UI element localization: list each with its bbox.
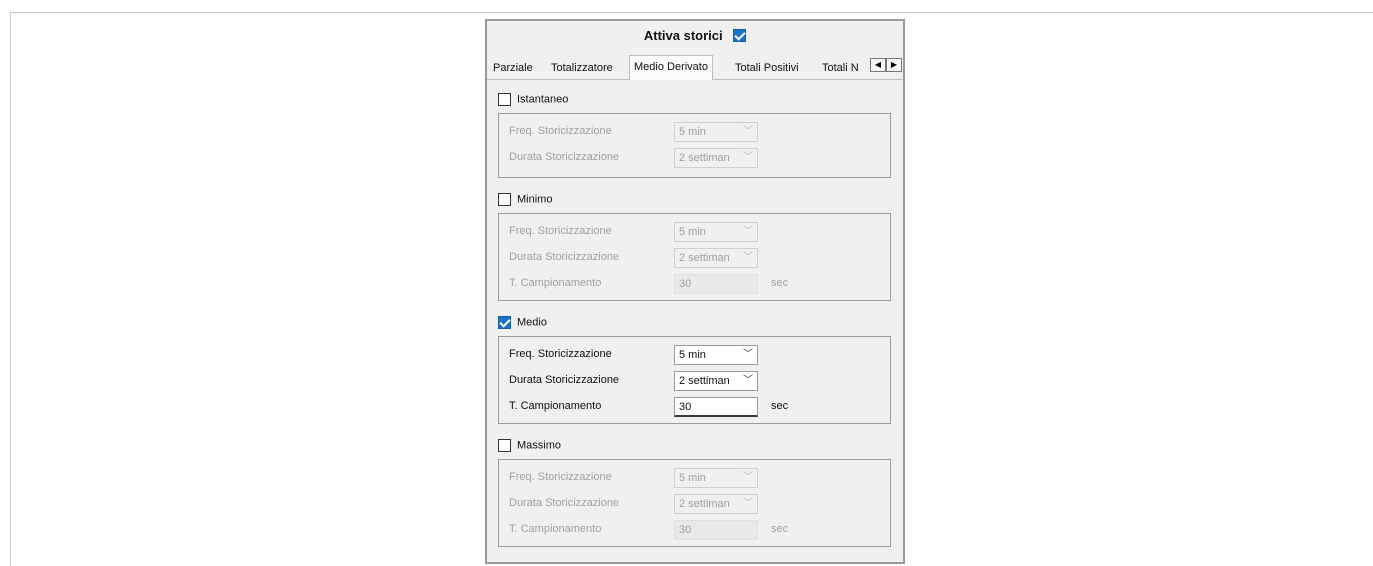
minimo-freq-select[interactable]: 5 min ﹀ — [674, 222, 758, 242]
medio-freq-label: Freq. Storicizzazione — [509, 348, 612, 360]
minimo-checkbox[interactable] — [498, 193, 511, 206]
tab-strip: Parziale Totalizzatore Medio Derivato To… — [487, 55, 903, 80]
istantaneo-durata-value: 2 settiman — [679, 152, 730, 164]
istantaneo-label: Istantaneo — [517, 93, 569, 106]
chevron-down-icon: ﹀ — [743, 349, 753, 360]
chevron-down-icon: ﹀ — [743, 375, 753, 386]
istantaneo-freq-select[interactable]: 5 min ﹀ — [674, 122, 758, 142]
medio-freq-select[interactable]: 5 min ﹀ — [674, 345, 758, 365]
minimo-freq-value: 5 min — [679, 226, 706, 238]
medio-camp-row: T. Campionamento 30 sec — [509, 397, 879, 417]
minimo-camp-label: T. Campionamento — [509, 277, 602, 289]
massimo-freq-row: Freq. Storicizzazione 5 min ﹀ — [509, 468, 879, 488]
medio-camp-label: T. Campionamento — [509, 400, 602, 412]
massimo-durata-value: 2 settiman — [679, 498, 730, 510]
header-title: Attiva storici — [643, 28, 723, 44]
medio-durata-select[interactable]: 2 settiman ﹀ — [674, 371, 758, 391]
minimo-durata-row: Durata Storicizzazione 2 settiman ﹀ — [509, 248, 879, 268]
header: Attiva storici — [487, 27, 903, 49]
minimo-durata-label: Durata Storicizzazione — [509, 251, 620, 263]
tab-medio-derivato[interactable]: Medio Derivato — [629, 55, 713, 80]
minimo-camp-unit: sec — [771, 277, 789, 289]
istantaneo-durata-row: Durata Storicizzazione 2 settiman ﹀ — [509, 148, 879, 168]
tab-parziale[interactable]: Parziale — [489, 58, 537, 78]
chevron-down-icon: ﹀ — [743, 472, 753, 483]
minimo-camp-input[interactable]: 30 — [674, 274, 758, 294]
istantaneo-durata-select[interactable]: 2 settiman ﹀ — [674, 148, 758, 168]
medio-checkbox-row[interactable]: Medio — [498, 316, 547, 334]
chevron-down-icon: ﹀ — [743, 252, 753, 263]
tab-totalizzatore[interactable]: Totalizzatore — [547, 58, 617, 78]
minimo-group: Freq. Storicizzazione 5 min ﹀ Durata Stor… — [498, 213, 891, 301]
massimo-checkbox[interactable] — [498, 439, 511, 452]
massimo-camp-label: T. Campionamento — [509, 523, 602, 535]
minimo-freq-label: Freq. Storicizzazione — [509, 225, 612, 237]
tab-totali-negativi[interactable]: Totali N — [818, 58, 870, 78]
istantaneo-checkbox[interactable] — [498, 93, 511, 106]
canvas-border-top — [10, 12, 1373, 13]
arrow-right-icon[interactable]: ▶ — [886, 58, 902, 72]
tab-totali-positivi[interactable]: Totali Positivi — [731, 58, 803, 78]
medio-durata-row: Durata Storicizzazione 2 settiman ﹀ — [509, 371, 879, 391]
istantaneo-freq-label: Freq. Storicizzazione — [509, 125, 612, 137]
massimo-durata-label: Durata Storicizzazione — [509, 497, 620, 509]
historic-settings-panel: Attiva storici Parziale Totalizzatore Me… — [485, 19, 905, 564]
massimo-freq-select[interactable]: 5 min ﹀ — [674, 468, 758, 488]
massimo-camp-unit: sec — [771, 523, 789, 535]
massimo-label: Massimo — [517, 439, 562, 452]
activate-historic-checkbox[interactable] — [733, 29, 747, 43]
medio-checkbox[interactable] — [498, 316, 511, 329]
massimo-freq-label: Freq. Storicizzazione — [509, 471, 612, 483]
medio-freq-value: 5 min — [679, 349, 706, 361]
massimo-durata-select[interactable]: 2 settiman ﹀ — [674, 494, 758, 514]
minimo-camp-row: T. Campionamento 30 sec — [509, 274, 879, 294]
istantaneo-checkbox-row[interactable]: Istantaneo — [498, 93, 568, 111]
medio-camp-input[interactable]: 30 — [674, 397, 758, 417]
medio-durata-value: 2 settiman — [679, 375, 730, 387]
minimo-checkbox-row[interactable]: Minimo — [498, 193, 552, 211]
minimo-label: Minimo — [517, 193, 553, 206]
massimo-checkbox-row[interactable]: Massimo — [498, 439, 561, 457]
medio-durata-label: Durata Storicizzazione — [509, 374, 620, 386]
massimo-camp-input[interactable]: 30 — [674, 520, 758, 540]
massimo-durata-row: Durata Storicizzazione 2 settiman ﹀ — [509, 494, 879, 514]
chevron-down-icon: ﹀ — [743, 126, 753, 137]
minimo-durata-select[interactable]: 2 settiman ﹀ — [674, 248, 758, 268]
minimo-durata-value: 2 settiman — [679, 252, 730, 264]
istantaneo-group: Freq. Storicizzazione 5 min ﹀ Durata Stor… — [498, 113, 891, 178]
chevron-down-icon: ﹀ — [743, 226, 753, 237]
medio-label: Medio — [517, 316, 547, 329]
canvas-border-left — [10, 12, 11, 566]
istantaneo-durata-label: Durata Storicizzazione — [509, 151, 620, 163]
medio-group: Freq. Storicizzazione 5 min ﹀ Durata Stor… — [498, 336, 891, 424]
chevron-down-icon: ﹀ — [743, 498, 753, 509]
medio-camp-unit: sec — [771, 400, 789, 412]
massimo-group: Freq. Storicizzazione 5 min ﹀ Durata Stor… — [498, 459, 891, 547]
istantaneo-freq-row: Freq. Storicizzazione 5 min ﹀ — [509, 122, 879, 142]
chevron-down-icon: ﹀ — [743, 152, 753, 163]
medio-freq-row: Freq. Storicizzazione 5 min ﹀ — [509, 345, 879, 365]
istantaneo-freq-value: 5 min — [679, 126, 706, 138]
arrow-left-icon[interactable]: ◀ — [870, 58, 886, 72]
minimo-freq-row: Freq. Storicizzazione 5 min ﹀ — [509, 222, 879, 242]
massimo-camp-row: T. Campionamento 30 sec — [509, 520, 879, 540]
massimo-freq-value: 5 min — [679, 472, 706, 484]
